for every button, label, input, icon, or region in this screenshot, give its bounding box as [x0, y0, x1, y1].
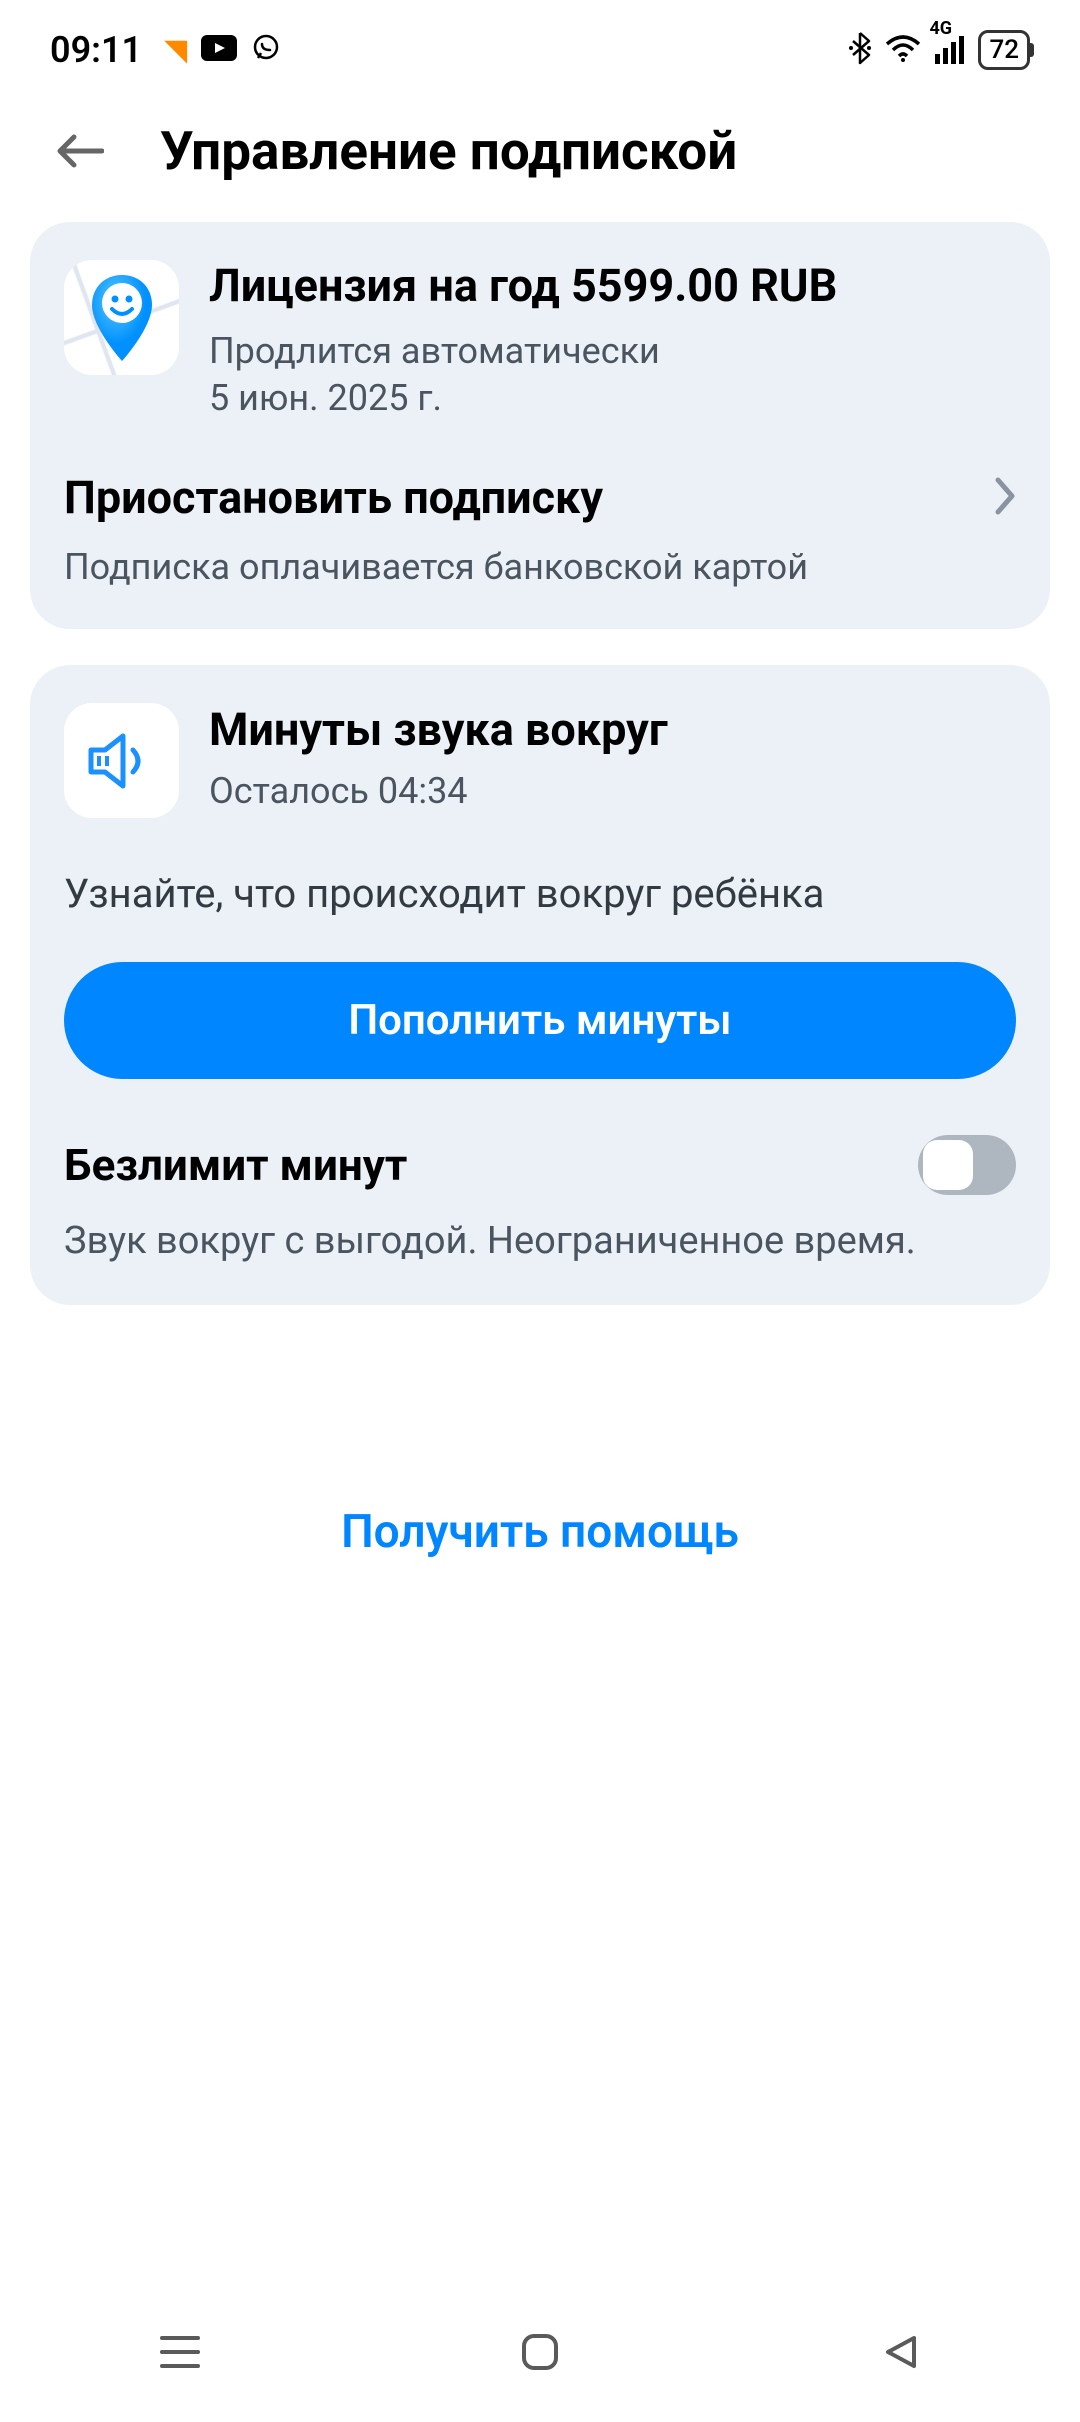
license-renewal-line1: Продлится автоматически: [209, 328, 1016, 375]
status-bar: 09:11 ◥ 4G 72: [0, 10, 1080, 90]
pause-subscription-button[interactable]: Приостановить подписку: [64, 471, 1016, 524]
nav-back-button[interactable]: [870, 2322, 930, 2382]
cell-signal-icon: 4G: [935, 36, 964, 64]
nav-recents-button[interactable]: [150, 2322, 210, 2382]
unlimited-toggle[interactable]: [918, 1135, 1016, 1195]
nav-home-button[interactable]: [510, 2322, 570, 2382]
app-status-icon: ◥: [164, 33, 187, 68]
sound-remaining: Осталось 04:34: [209, 770, 668, 812]
chevron-right-icon: [994, 476, 1016, 520]
wifi-icon: [885, 34, 921, 66]
status-time: 09:11: [50, 29, 142, 71]
license-title: Лицензия на год 5599.00 RUB: [209, 260, 1016, 312]
unlimited-description: Звук вокруг с выгодой. Неограниченное вр…: [64, 1217, 1016, 1266]
pause-label: Приостановить подписку: [64, 471, 603, 524]
back-button[interactable]: [50, 121, 110, 181]
sound-card: Минуты звука вокруг Осталось 04:34 Узнай…: [30, 665, 1050, 1304]
speaker-icon: [64, 703, 179, 818]
app-icon: [64, 260, 179, 375]
topup-minutes-button[interactable]: Пополнить минуты: [64, 962, 1016, 1079]
sound-title: Минуты звука вокруг: [209, 703, 668, 756]
get-help-link[interactable]: Получить помощь: [0, 1505, 1080, 1559]
unlimited-label: Безлимит минут: [64, 1139, 407, 1191]
payment-method-text: Подписка оплачивается банковской картой: [64, 544, 1016, 591]
navigation-bar: [0, 2292, 1080, 2412]
whatsapp-icon: [251, 33, 281, 67]
license-renewal-line2: 5 июн. 2025 г.: [209, 375, 1016, 422]
battery-indicator: 72: [978, 30, 1030, 70]
sound-description: Узнайте, что происходит вокруг ребёнка: [64, 868, 1016, 920]
page-title: Управление подпиской: [160, 120, 737, 182]
bluetooth-icon: [849, 31, 871, 69]
header: Управление подпиской: [0, 90, 1080, 222]
license-card: Лицензия на год 5599.00 RUB Продлится ав…: [30, 222, 1050, 629]
youtube-icon: [201, 35, 237, 65]
